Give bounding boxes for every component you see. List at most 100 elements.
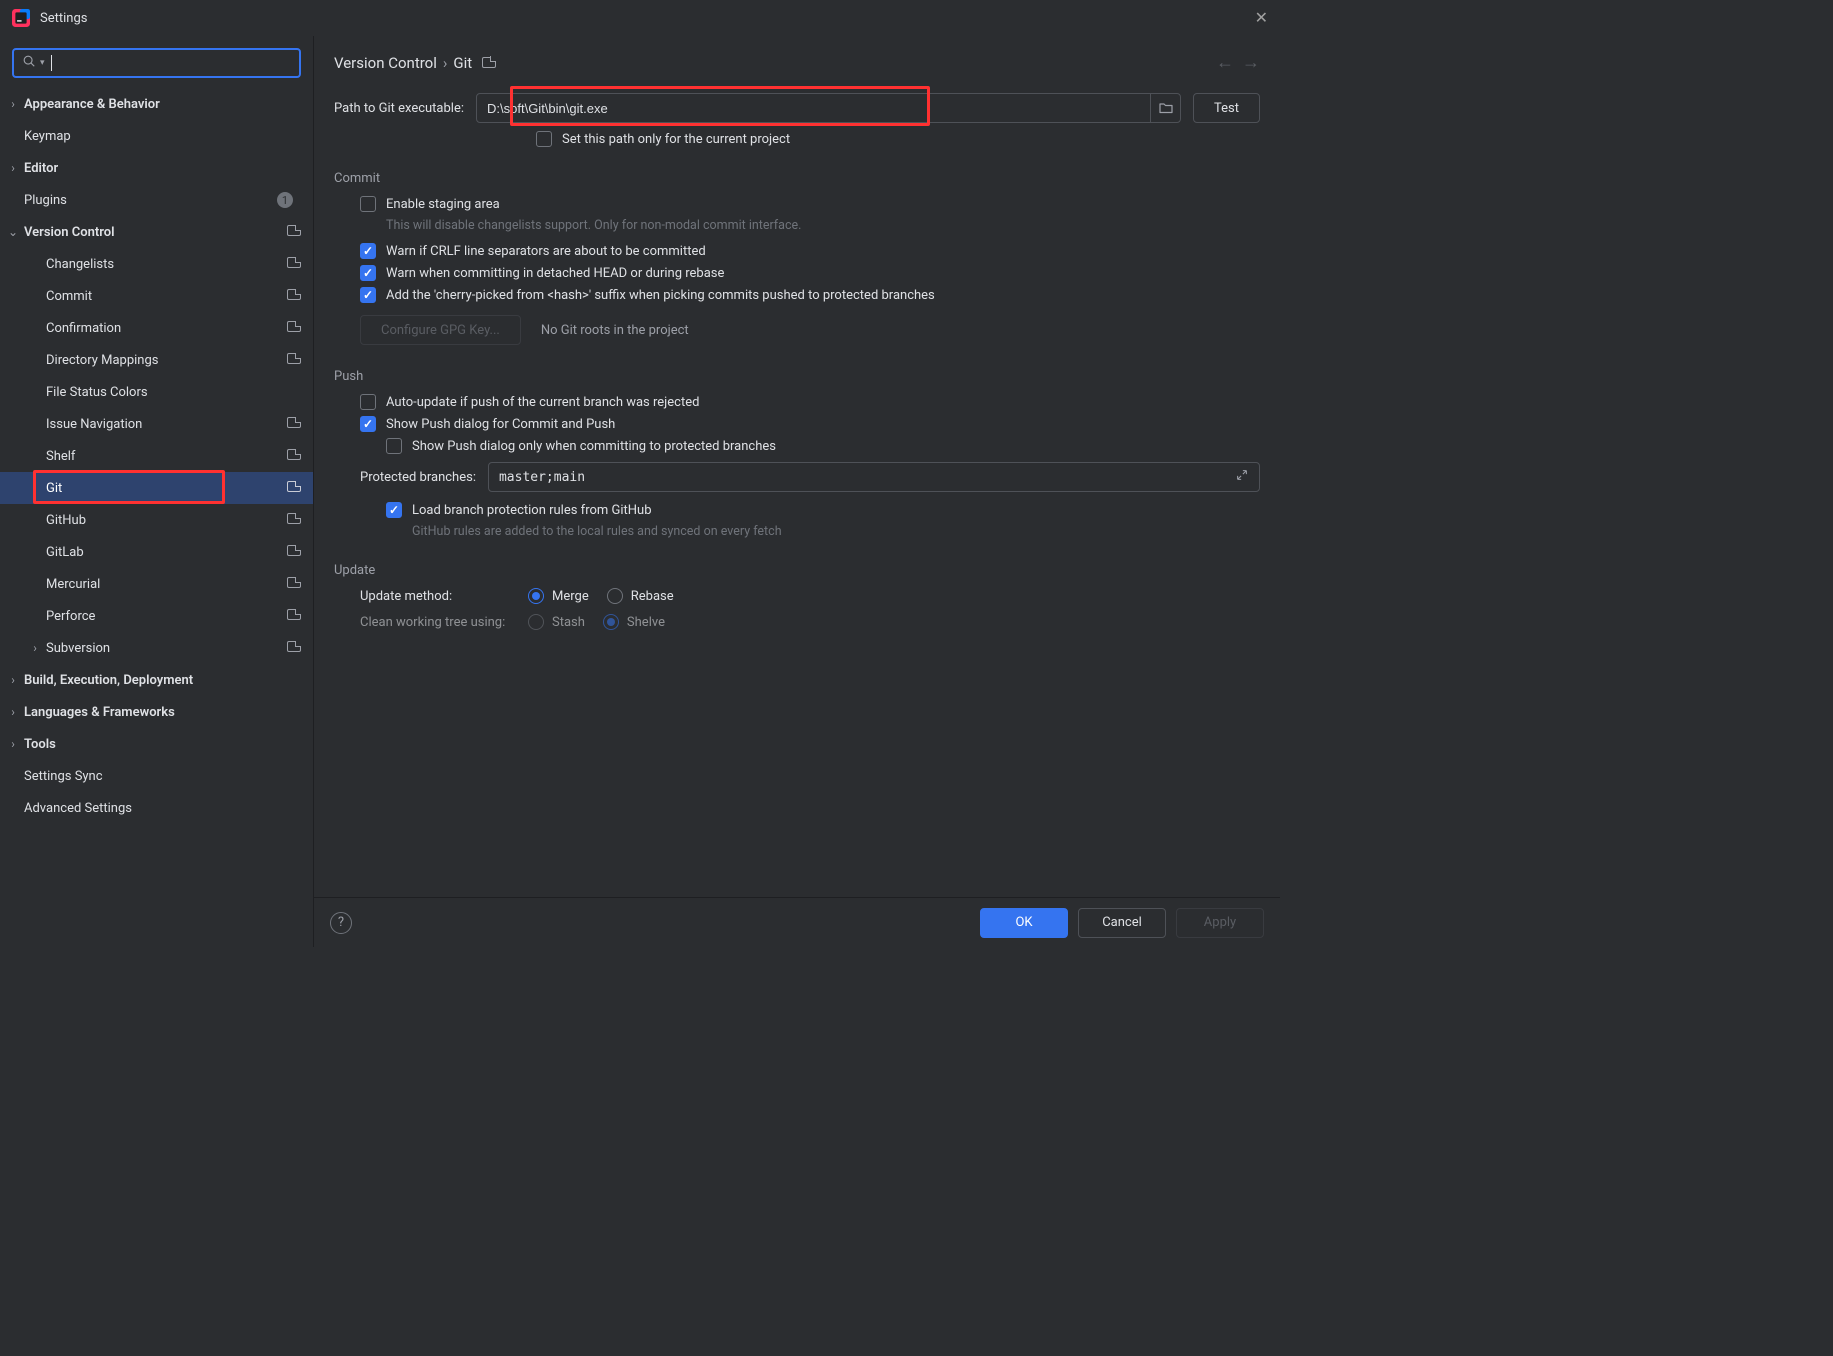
tree-plugins[interactable]: Plugins1	[0, 184, 313, 216]
tree-git[interactable]: Git	[0, 472, 313, 504]
sidebar: ▾ ›Appearance & Behavior Keymap ›Editor …	[0, 36, 314, 947]
no-roots-label: No Git roots in the project	[541, 323, 689, 338]
warn-crlf-row[interactable]: Warn if CRLF line separators are about t…	[360, 243, 1260, 259]
radio[interactable]	[528, 588, 544, 604]
tree-perforce[interactable]: Perforce	[0, 600, 313, 632]
body: ▾ ›Appearance & Behavior Keymap ›Editor …	[0, 36, 1280, 947]
radio[interactable]	[607, 588, 623, 604]
tree-keymap[interactable]: Keymap	[0, 120, 313, 152]
tree-commit[interactable]: Commit	[0, 280, 313, 312]
tree-advanced[interactable]: Advanced Settings	[0, 792, 313, 824]
test-button[interactable]: Test	[1193, 93, 1260, 123]
footer: ? OK Cancel Apply	[314, 897, 1280, 947]
show-push-dialog-row[interactable]: Show Push dialog for Commit and Push	[360, 416, 1260, 432]
chevron-right-icon: ›	[6, 161, 20, 175]
enable-staging-row[interactable]: Enable staging area	[360, 196, 1260, 212]
radio-shelve[interactable]: Shelve	[603, 614, 665, 630]
git-path-input[interactable]	[476, 93, 1181, 123]
clean-tree-label: Clean working tree using:	[360, 615, 510, 630]
breadcrumb: Version Control › Git	[334, 54, 496, 72]
ok-button[interactable]: OK	[980, 908, 1068, 938]
clean-tree-row: Clean working tree using: Stash Shelve	[360, 614, 1260, 630]
radio[interactable]	[603, 614, 619, 630]
checkbox[interactable]	[360, 243, 376, 259]
scope-icon	[287, 545, 301, 559]
checkbox[interactable]	[536, 131, 552, 147]
radio[interactable]	[528, 614, 544, 630]
chevron-down-icon: ⌄	[6, 225, 20, 239]
protected-branches-input[interactable]: master;main	[488, 462, 1260, 492]
scope-icon	[287, 225, 301, 239]
rules-hint: GitHub rules are added to the local rule…	[412, 524, 1260, 539]
content-body: Path to Git executable: Test Set this pa…	[314, 73, 1280, 897]
titlebar: Settings ✕	[0, 0, 1280, 36]
tree-changelists[interactable]: Changelists	[0, 248, 313, 280]
tree-mercurial[interactable]: Mercurial	[0, 568, 313, 600]
settings-tree: ›Appearance & Behavior Keymap ›Editor Pl…	[0, 88, 313, 947]
tree-issue-navigation[interactable]: Issue Navigation	[0, 408, 313, 440]
breadcrumb-sep-icon: ›	[443, 54, 448, 72]
search-dropdown-icon[interactable]: ▾	[40, 58, 45, 68]
tree-vcs[interactable]: ⌄Version Control	[0, 216, 313, 248]
set-path-current-project-row[interactable]: Set this path only for the current proje…	[536, 131, 1260, 147]
tree-github[interactable]: GitHub	[0, 504, 313, 536]
search-input[interactable]: ▾	[12, 48, 301, 78]
forward-icon[interactable]: →	[1242, 52, 1260, 73]
tree-editor[interactable]: ›Editor	[0, 152, 313, 184]
checkbox[interactable]	[360, 196, 376, 212]
checkbox[interactable]	[360, 265, 376, 281]
scope-icon	[287, 353, 301, 367]
tree-directory-mappings[interactable]: Directory Mappings	[0, 344, 313, 376]
window-title: Settings	[40, 11, 87, 26]
tree-shelf[interactable]: Shelf	[0, 440, 313, 472]
radio-rebase[interactable]: Rebase	[607, 588, 674, 604]
tree-languages[interactable]: ›Languages & Frameworks	[0, 696, 313, 728]
update-section-title: Update	[334, 563, 1260, 578]
update-method-row: Update method: Merge Rebase	[360, 588, 1260, 604]
tree-appearance[interactable]: ›Appearance & Behavior	[0, 88, 313, 120]
chevron-right-icon: ›	[6, 673, 20, 687]
checkbox[interactable]	[360, 416, 376, 432]
checkbox[interactable]	[386, 502, 402, 518]
chevron-right-icon: ›	[6, 705, 20, 719]
content-panel: Version Control › Git ← → Path to Git ex…	[314, 36, 1280, 947]
scope-icon	[287, 257, 301, 271]
load-rules-row[interactable]: Load branch protection rules from GitHub	[386, 502, 1260, 518]
browse-icon[interactable]	[1150, 94, 1180, 122]
tree-build[interactable]: ›Build, Execution, Deployment	[0, 664, 313, 696]
tree-confirmation[interactable]: Confirmation	[0, 312, 313, 344]
scope-icon	[287, 641, 301, 655]
protected-label: Protected branches:	[360, 470, 476, 485]
back-icon[interactable]: ←	[1216, 52, 1234, 73]
help-icon[interactable]: ?	[330, 912, 352, 934]
show-push-protected-row[interactable]: Show Push dialog only when committing to…	[386, 438, 1260, 454]
scope-icon	[482, 54, 496, 72]
git-path-field[interactable]	[477, 101, 1150, 116]
tree-file-status-colors[interactable]: File Status Colors	[0, 376, 313, 408]
close-icon[interactable]: ✕	[1255, 8, 1268, 27]
tree-gitlab[interactable]: GitLab	[0, 536, 313, 568]
push-section-title: Push	[334, 369, 1260, 384]
checkbox[interactable]	[360, 394, 376, 410]
expand-icon[interactable]	[1235, 468, 1249, 486]
tree-subversion[interactable]: ›Subversion	[0, 632, 313, 664]
tree-settings-sync[interactable]: Settings Sync	[0, 760, 313, 792]
scope-icon	[287, 417, 301, 431]
scope-icon	[287, 513, 301, 527]
radio-merge[interactable]: Merge	[528, 588, 589, 604]
checkbox[interactable]	[386, 438, 402, 454]
cancel-button[interactable]: Cancel	[1078, 908, 1166, 938]
cherry-suffix-row[interactable]: Add the 'cherry-picked from <hash>' suff…	[360, 287, 1260, 303]
radio-stash[interactable]: Stash	[528, 614, 585, 630]
search-caret	[51, 55, 52, 71]
chevron-right-icon: ›	[6, 737, 20, 751]
apply-button: Apply	[1176, 908, 1264, 938]
checkbox[interactable]	[360, 287, 376, 303]
warn-detached-row[interactable]: Warn when committing in detached HEAD or…	[360, 265, 1260, 281]
scope-icon	[287, 321, 301, 335]
breadcrumb-parent[interactable]: Version Control	[334, 54, 437, 72]
chevron-right-icon: ›	[6, 97, 20, 111]
tree-tools[interactable]: ›Tools	[0, 728, 313, 760]
app-icon	[12, 9, 30, 27]
auto-update-row[interactable]: Auto-update if push of the current branc…	[360, 394, 1260, 410]
